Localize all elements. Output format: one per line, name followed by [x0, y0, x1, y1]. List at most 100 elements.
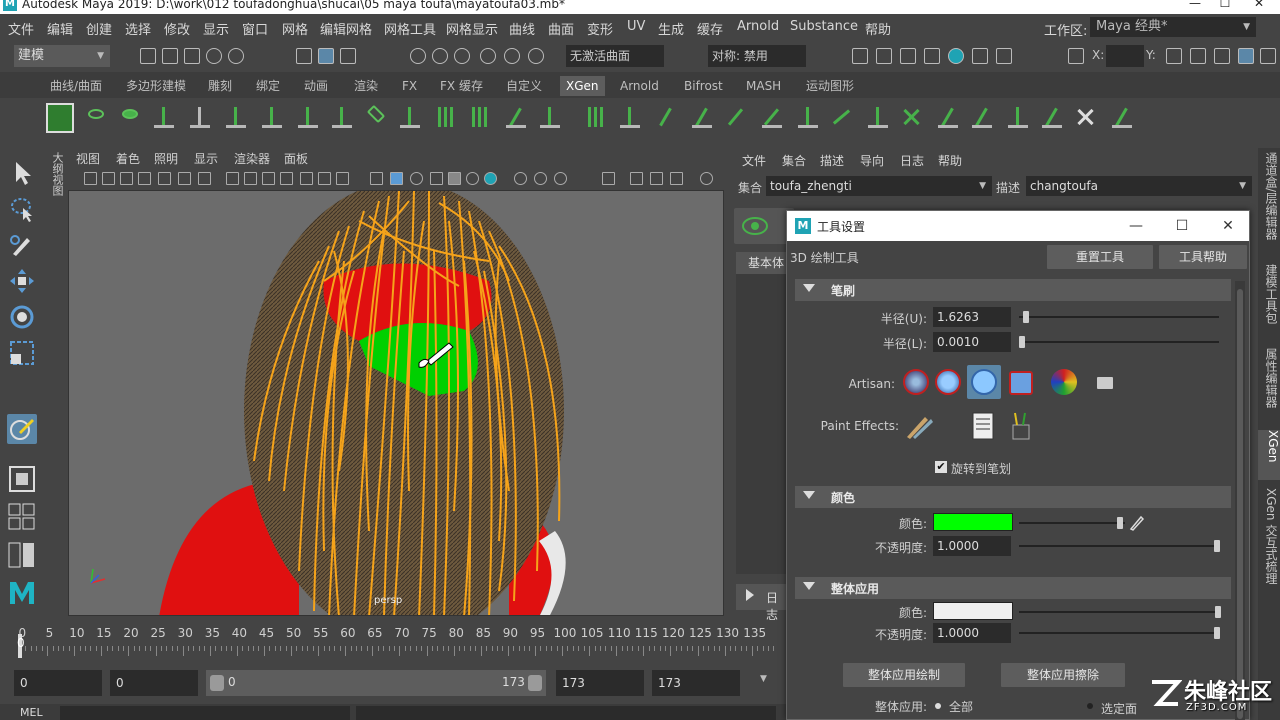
tool-settings-icon[interactable]: [1260, 48, 1276, 64]
flood-selected-radio[interactable]: [1087, 703, 1093, 709]
camera-select-icon[interactable]: [84, 172, 97, 185]
xgen-groom-icon-10[interactable]: [934, 103, 962, 133]
eyedropper-icon[interactable]: [1129, 513, 1145, 531]
brush-gaussian-icon[interactable]: [903, 369, 929, 395]
scene-end-field[interactable]: 173: [652, 670, 740, 696]
undo-icon[interactable]: [206, 48, 222, 64]
xgen-guide-icon-4[interactable]: [328, 103, 356, 133]
snap-grid-icon[interactable]: [410, 48, 426, 64]
flood-opacity-field[interactable]: 1.0000: [933, 623, 1011, 643]
xgen-menu-help[interactable]: 帮助: [938, 152, 962, 169]
redo-icon[interactable]: [228, 48, 244, 64]
xgen-preview-icon[interactable]: [82, 103, 110, 133]
flood-paint-button[interactable]: 整体应用绘制: [843, 663, 965, 687]
menu-create[interactable]: 创建: [86, 19, 112, 38]
menu-window[interactable]: 窗口: [242, 19, 268, 38]
safe-action-icon[interactable]: [318, 172, 331, 185]
hypershade-icon[interactable]: [948, 48, 964, 64]
ambient-occlusion-icon[interactable]: [514, 172, 527, 185]
opacity-slider-handle[interactable]: [1214, 540, 1220, 552]
snap-surface-icon[interactable]: [504, 48, 520, 64]
xgen-guide-icon-6[interactable]: [396, 103, 424, 133]
layout-two-icon[interactable]: [7, 540, 37, 570]
layout-single-icon[interactable]: [7, 464, 37, 494]
paint-select-tool-icon[interactable]: [7, 230, 37, 260]
shelf-tab-rigging[interactable]: 绑定: [250, 76, 286, 96]
brush-solid-button[interactable]: [967, 365, 1001, 399]
radius-l-slider-handle[interactable]: [1019, 336, 1025, 348]
use-all-lights-icon[interactable]: [466, 172, 479, 185]
folder-icon[interactable]: [1097, 377, 1113, 389]
default-material-icon[interactable]: [410, 172, 423, 185]
playback-end-field[interactable]: 173: [556, 670, 644, 696]
menu-uv[interactable]: UV: [627, 19, 645, 34]
flood-erase-button[interactable]: 整体应用擦除: [1001, 663, 1125, 687]
xgen-leaf-icon[interactable]: [116, 103, 144, 133]
xgen-guide-icon-3[interactable]: [294, 103, 322, 133]
new-scene-icon[interactable]: [140, 48, 156, 64]
xgen-groom-icon-4[interactable]: [722, 103, 750, 133]
xray-icon[interactable]: [630, 172, 643, 185]
attribute-editor-icon[interactable]: [1214, 48, 1230, 64]
xgen-groom-icon-14[interactable]: [1072, 103, 1100, 133]
menu-substance[interactable]: Substance: [790, 19, 858, 34]
xgen-groom-icon-8[interactable]: [864, 103, 892, 133]
menu-arnold[interactable]: Arnold: [737, 19, 779, 34]
opacity-field[interactable]: 1.0000: [933, 536, 1011, 556]
xgen-guide-icon-5[interactable]: [362, 103, 390, 133]
menu-file[interactable]: 文件: [8, 19, 34, 38]
shelf-tab-animation[interactable]: 动画: [298, 76, 334, 96]
menu-set-select[interactable]: 建模 ▼: [14, 45, 110, 67]
xgen-guide-icon-9[interactable]: [502, 103, 530, 133]
xgen-guide-icon-10[interactable]: [536, 103, 564, 133]
ipr-render-icon[interactable]: [900, 48, 916, 64]
bookmark-icon[interactable]: [120, 172, 133, 185]
xgen-guide-icon-2[interactable]: [258, 103, 286, 133]
tool-settings-titlebar[interactable]: M 工具设置 — ☐ ✕: [787, 211, 1249, 241]
symmetry-field[interactable]: 对称: 禁用: [708, 45, 806, 67]
grid-toggle-icon[interactable]: [226, 172, 239, 185]
xgen-groom-icon-3[interactable]: [688, 103, 716, 133]
brush-pot-icon[interactable]: [1009, 411, 1033, 441]
film-gate-icon[interactable]: [244, 172, 257, 185]
menu-deform[interactable]: 变形: [587, 19, 613, 38]
paint-effects-brush-icon[interactable]: [903, 413, 935, 441]
shelf-tab-motion-graphics[interactable]: 运动图形: [800, 76, 860, 96]
smooth-shade-icon[interactable]: [390, 172, 403, 185]
field-chart-icon[interactable]: [300, 172, 313, 185]
channel-box-icon[interactable]: [1238, 48, 1254, 64]
xgen-groom-icon-6[interactable]: [794, 103, 822, 133]
xgen-menu-log[interactable]: 日志: [900, 152, 924, 169]
shelf-tab-rendering[interactable]: 渲染: [348, 76, 384, 96]
command-input[interactable]: [60, 706, 350, 720]
description-select[interactable]: changtoufa ▼: [1026, 176, 1252, 196]
flood-opacity-slider-handle[interactable]: [1214, 627, 1220, 639]
render-view-icon[interactable]: [852, 48, 868, 64]
range-handle-right[interactable]: [528, 675, 542, 691]
vp-menu-view[interactable]: 视图: [76, 150, 100, 167]
shelf-tab-custom[interactable]: 自定义: [500, 76, 548, 96]
xgen-groom-icon-12[interactable]: [1004, 103, 1032, 133]
flood-color-swatch[interactable]: [933, 602, 1013, 620]
motion-blur-icon[interactable]: [534, 172, 547, 185]
xgen-editor-icon[interactable]: [46, 103, 74, 133]
menu-display[interactable]: 显示: [203, 19, 229, 38]
anti-aliasing-icon[interactable]: [554, 172, 567, 185]
resolution-gate-icon[interactable]: [262, 172, 275, 185]
xgen-groom-icon-9[interactable]: [898, 103, 926, 133]
shelf-tab-poly[interactable]: 多边形建模: [120, 76, 192, 96]
3d-paint-tool-button[interactable]: [7, 414, 37, 444]
outliner-tab[interactable]: 大纲视图: [47, 150, 65, 610]
menu-generate[interactable]: 生成: [658, 19, 684, 38]
vp-menu-shading[interactable]: 着色: [116, 150, 140, 167]
lasso-tool-icon[interactable]: [7, 194, 37, 224]
scrollbar-thumb[interactable]: [1237, 289, 1243, 719]
xgen-guide-icon-7[interactable]: [432, 103, 460, 133]
shelf-tab-bifrost[interactable]: Bifrost: [678, 76, 729, 96]
menu-mesh-display[interactable]: 网格显示: [446, 19, 498, 38]
mel-label[interactable]: MEL: [20, 706, 43, 719]
chevron-down-icon[interactable]: ▼: [760, 674, 767, 684]
live-surface-field[interactable]: 无激活曲面: [566, 45, 664, 67]
select-component-icon[interactable]: [340, 48, 356, 64]
menu-help[interactable]: 帮助: [865, 19, 891, 38]
